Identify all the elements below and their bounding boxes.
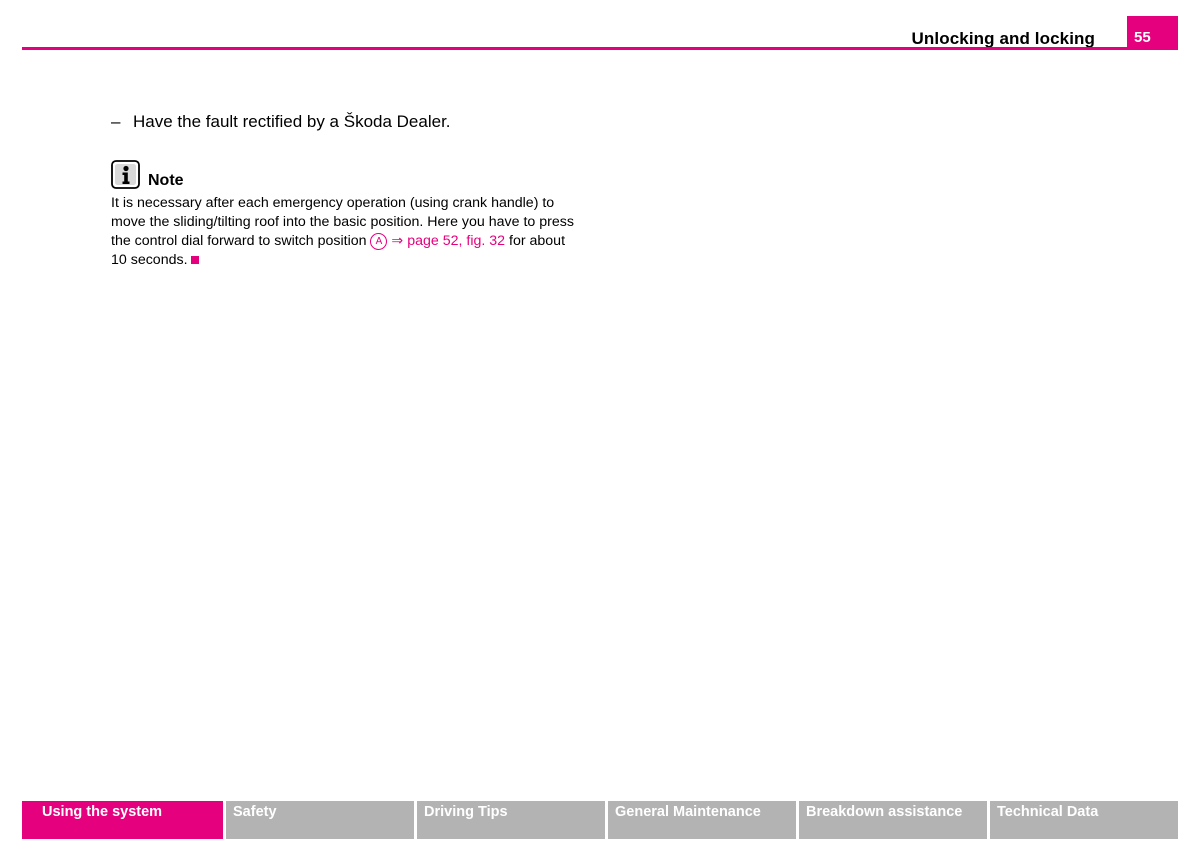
step-dash: – [111, 112, 121, 131]
note-line-3-start: the control dial forward to switch posit… [111, 233, 367, 249]
note-title: Note [148, 172, 184, 189]
note-line-2: move the sliding/tilting roof into the b… [111, 214, 574, 230]
page-reference-link[interactable]: ⇒ page 52, fig. 32 [391, 233, 505, 249]
end-of-section-icon [190, 256, 199, 264]
page-number-box: 55 [1127, 16, 1178, 50]
tab-driving-tips[interactable]: Driving Tips [417, 801, 605, 839]
note-line-4: 10 seconds. [111, 252, 188, 268]
tab-technical-data[interactable]: Technical Data [990, 801, 1178, 839]
note-line-1: It is necessary after each emergency ope… [111, 195, 555, 211]
tab-breakdown-assistance[interactable]: Breakdown assistance [799, 801, 987, 839]
tab-safety[interactable]: Safety [226, 801, 414, 839]
position-a-badge: A [370, 233, 388, 250]
header-divider [22, 47, 1178, 50]
tab-general-maintenance[interactable]: General Maintenance [608, 801, 796, 839]
instruction-step: – Have the fault rectified by a Škoda Dea… [111, 112, 451, 132]
chapter-navigation: Using the system Safety Driving Tips Gen… [22, 801, 1178, 839]
section-title: Unlocking and locking [911, 29, 1095, 48]
note-body: It is necessary after each emergency ope… [111, 194, 591, 270]
tab-using-the-system[interactable]: Using the system [22, 801, 223, 839]
page-number: 55 [1134, 29, 1151, 46]
note-line-3-end: for about [509, 233, 566, 249]
info-icon [111, 160, 140, 189]
step-text: Have the fault rectified by a Škoda Deal… [133, 112, 451, 131]
